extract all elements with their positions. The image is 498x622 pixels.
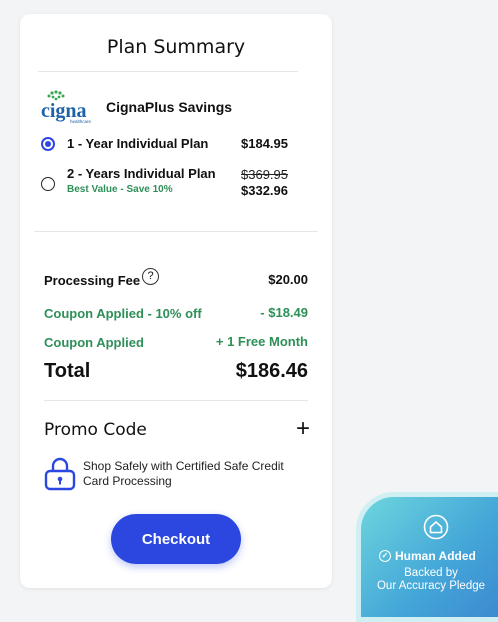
coupon-free-month-value: + 1 Free Month: [215, 334, 308, 349]
secure-checkout-note: Shop Safely with Certified Safe Credit C…: [83, 459, 284, 488]
pledge-line: Our Accuracy Pledge: [376, 580, 486, 592]
total-label: Total: [44, 360, 91, 382]
total-value: $186.46: [235, 360, 308, 382]
divider: [38, 71, 298, 72]
radio-2-year-plan[interactable]: [41, 177, 55, 191]
coupon-free-month-label: Coupon Applied: [44, 335, 144, 350]
help-icon[interactable]: ?: [142, 268, 159, 285]
option-2-year-price: $332.96: [241, 183, 288, 198]
accuracy-pledge-text: Backed by Our Accuracy Pledge: [361, 567, 498, 593]
option-1-year-price: $184.95: [241, 136, 288, 151]
promo-code-label[interactable]: Promo Code: [44, 420, 147, 440]
human-added-label: ✓ Human Added: [379, 549, 498, 563]
coupon-discount-label: Coupon Applied - 10% off: [44, 306, 202, 321]
plan-summary-card: Plan Summary cigna healthcare CignaPlus …: [20, 14, 332, 588]
processing-fee-value: $20.00: [268, 272, 308, 287]
processing-fee-label: Processing Fee: [44, 273, 141, 288]
human-added-text: Human Added: [395, 549, 476, 563]
plan-name: CignaPlus Savings: [106, 99, 233, 115]
radio-1-year-plan[interactable]: [41, 137, 55, 151]
checkout-button[interactable]: Checkout: [111, 514, 241, 564]
option-1-year-label[interactable]: 1 - Year Individual Plan: [67, 136, 208, 151]
option-2-year-original-price: $369.95: [241, 167, 288, 182]
divider: [44, 400, 308, 401]
backed-by-line: Backed by: [404, 567, 458, 579]
accuracy-pledge-badge[interactable]: ✓ Human Added Backed by Our Accuracy Ple…: [356, 492, 498, 622]
page-title: Plan Summary: [106, 36, 246, 58]
best-value-note: Best Value - Save 10%: [67, 184, 173, 195]
plus-icon[interactable]: +: [296, 415, 310, 443]
divider: [34, 231, 318, 232]
coupon-discount-value: - $18.49: [260, 305, 308, 320]
home-shield-icon: [423, 514, 449, 540]
lock-icon: [44, 457, 76, 491]
check-circle-icon: ✓: [379, 550, 391, 562]
logo-subtext: healthcare: [70, 119, 92, 124]
option-2-year-label[interactable]: 2 - Years Individual Plan: [67, 166, 216, 181]
cigna-logo: cigna healthcare: [41, 90, 92, 124]
